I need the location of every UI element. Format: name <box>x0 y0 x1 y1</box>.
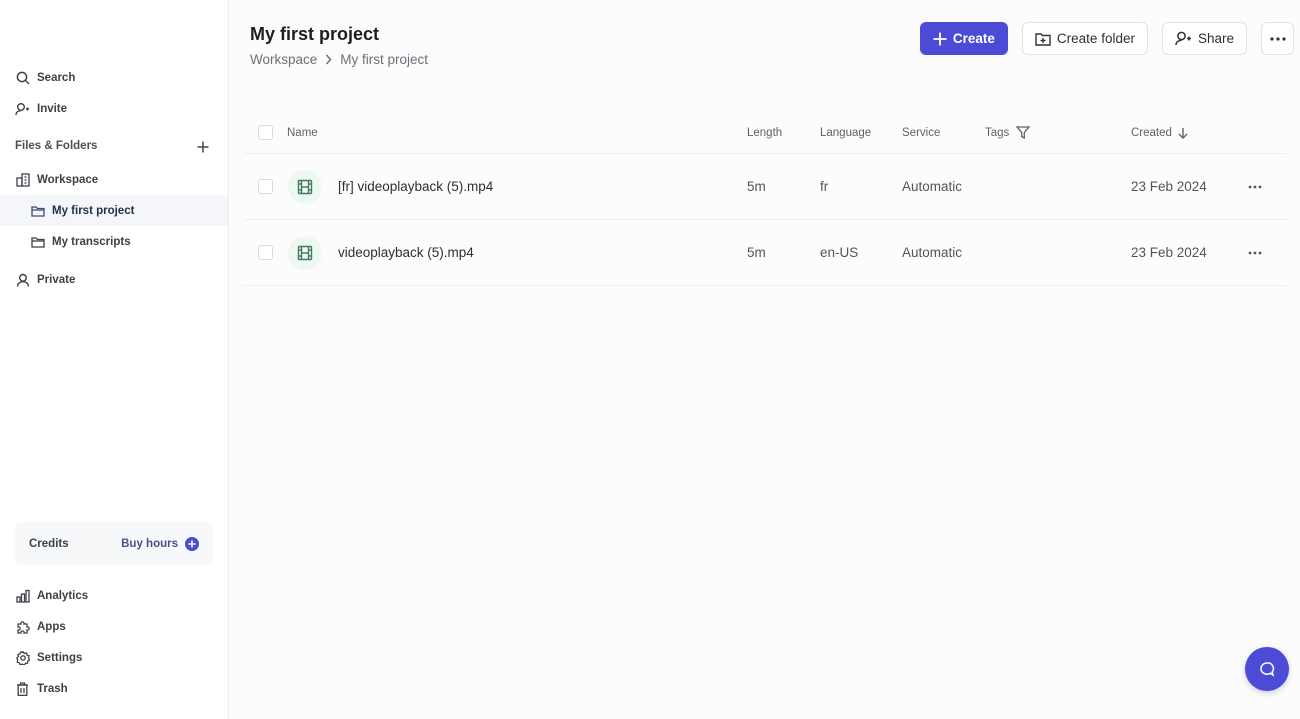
chat-support-button[interactable] <box>1245 647 1289 691</box>
share-label: Share <box>1197 31 1234 46</box>
puzzle-icon <box>15 619 30 634</box>
table-header: Name Length Language Service Tags Create… <box>243 112 1287 154</box>
file-service: Automatic <box>902 179 963 194</box>
video-file-icon <box>288 235 322 270</box>
gear-icon <box>15 650 30 665</box>
chevron-right-icon <box>325 54 332 65</box>
sidebar-item-invite[interactable]: Invite <box>0 93 228 124</box>
sidebar-item-label: Analytics <box>37 589 89 602</box>
sidebar-item-label: Private <box>37 273 76 286</box>
add-folder-button[interactable] <box>195 139 211 155</box>
sidebar-item-label: Trash <box>37 682 68 695</box>
add-user-icon <box>15 101 30 116</box>
file-created: 23 Feb 2024 <box>1131 245 1207 260</box>
column-length[interactable]: Length <box>747 127 782 139</box>
sidebar-item-my-transcripts[interactable]: My transcripts <box>0 226 228 257</box>
row-more-button[interactable] <box>1248 251 1262 255</box>
column-tags[interactable]: Tags <box>985 126 1031 139</box>
credits-panel: Credits Buy hours <box>15 522 213 565</box>
file-length: 5m <box>747 245 766 260</box>
row-checkbox[interactable] <box>258 245 273 260</box>
sidebar-item-apps[interactable]: Apps <box>0 611 228 642</box>
folder-icon <box>30 203 45 218</box>
trash-icon <box>15 681 30 696</box>
folder-plus-icon <box>1035 32 1051 46</box>
sidebar: Search Invite Files & Folders Workspace … <box>0 0 229 719</box>
sidebar-item-label: Settings <box>37 651 83 664</box>
sidebar-item-settings[interactable]: Settings <box>0 642 228 673</box>
files-folders-heading: Files & Folders <box>15 140 98 152</box>
main-content: My first project Workspace My first proj… <box>229 0 1300 719</box>
files-table: Name Length Language Service Tags Create… <box>243 112 1287 286</box>
chat-bubble-icon <box>1260 662 1275 677</box>
create-folder-button[interactable]: Create folder <box>1021 22 1148 55</box>
sidebar-item-label: Invite <box>37 102 68 115</box>
buy-hours-button[interactable]: Buy hours <box>121 536 199 551</box>
filter-icon[interactable] <box>1016 126 1031 139</box>
select-all-checkbox[interactable] <box>258 125 273 140</box>
sidebar-item-label: Apps <box>37 620 66 633</box>
toolbar: Create Create folder Share <box>919 22 1294 55</box>
sidebar-item-search[interactable]: Search <box>0 62 228 93</box>
column-service[interactable]: Service <box>902 127 940 139</box>
credits-label: Credits <box>29 537 69 550</box>
file-name-link[interactable]: [fr] videoplayback (5).mp4 <box>338 179 493 194</box>
sidebar-item-analytics[interactable]: Analytics <box>0 580 228 611</box>
folder-icon <box>30 234 45 249</box>
share-button[interactable]: Share <box>1161 22 1247 55</box>
breadcrumb-workspace[interactable]: Workspace <box>250 52 317 67</box>
table-row[interactable]: videoplayback (5).mp4 5m en-US Automatic… <box>243 220 1287 286</box>
video-file-icon <box>288 169 322 204</box>
create-folder-label: Create folder <box>1056 31 1135 46</box>
column-tags-label: Tags <box>985 126 1010 139</box>
plus-icon <box>933 32 947 46</box>
column-language[interactable]: Language <box>820 127 871 139</box>
file-service: Automatic <box>902 245 963 260</box>
create-label: Create <box>952 31 995 46</box>
column-created[interactable]: Created <box>1131 127 1188 139</box>
breadcrumb-current: My first project <box>340 52 429 67</box>
sidebar-item-label: Search <box>37 71 76 84</box>
row-more-button[interactable] <box>1248 185 1262 189</box>
column-created-label: Created <box>1131 126 1172 139</box>
file-name-link[interactable]: videoplayback (5).mp4 <box>338 245 474 260</box>
plus-circle-icon <box>185 536 199 551</box>
table-row[interactable]: [fr] videoplayback (5).mp4 5m fr Automat… <box>243 154 1287 220</box>
search-icon <box>15 70 30 85</box>
arrow-down-icon <box>1178 127 1188 139</box>
add-user-icon <box>1175 31 1192 46</box>
file-created: 23 Feb 2024 <box>1131 179 1207 194</box>
page-title: My first project <box>250 24 380 44</box>
app: Search Invite Files & Folders Workspace … <box>0 0 1300 719</box>
sidebar-item-trash[interactable]: Trash <box>0 673 228 704</box>
sidebar-item-private[interactable]: Private <box>0 264 228 295</box>
building-icon <box>15 172 30 187</box>
more-horizontal-icon <box>1269 36 1286 41</box>
sidebar-item-workspace[interactable]: Workspace <box>0 164 228 195</box>
sidebar-item-my-first-project[interactable]: My first project <box>0 195 228 226</box>
breadcrumb: Workspace My first project <box>250 52 428 67</box>
sidebar-item-label: Workspace <box>37 173 99 186</box>
more-horizontal-icon <box>1248 185 1262 188</box>
sidebar-item-label: My transcripts <box>52 235 131 248</box>
plus-icon <box>197 141 209 153</box>
sidebar-item-label: My first project <box>52 204 135 217</box>
create-button[interactable]: Create <box>919 22 1008 55</box>
row-checkbox[interactable] <box>258 179 273 194</box>
more-horizontal-icon <box>1248 251 1262 254</box>
file-length: 5m <box>747 179 766 194</box>
user-icon <box>15 272 30 287</box>
file-language: en-US <box>820 245 859 260</box>
file-language: fr <box>820 179 829 194</box>
bar-chart-icon <box>15 588 30 603</box>
buy-hours-label: Buy hours <box>121 537 178 550</box>
more-options-button[interactable] <box>1261 22 1294 55</box>
column-name[interactable]: Name <box>287 127 318 139</box>
